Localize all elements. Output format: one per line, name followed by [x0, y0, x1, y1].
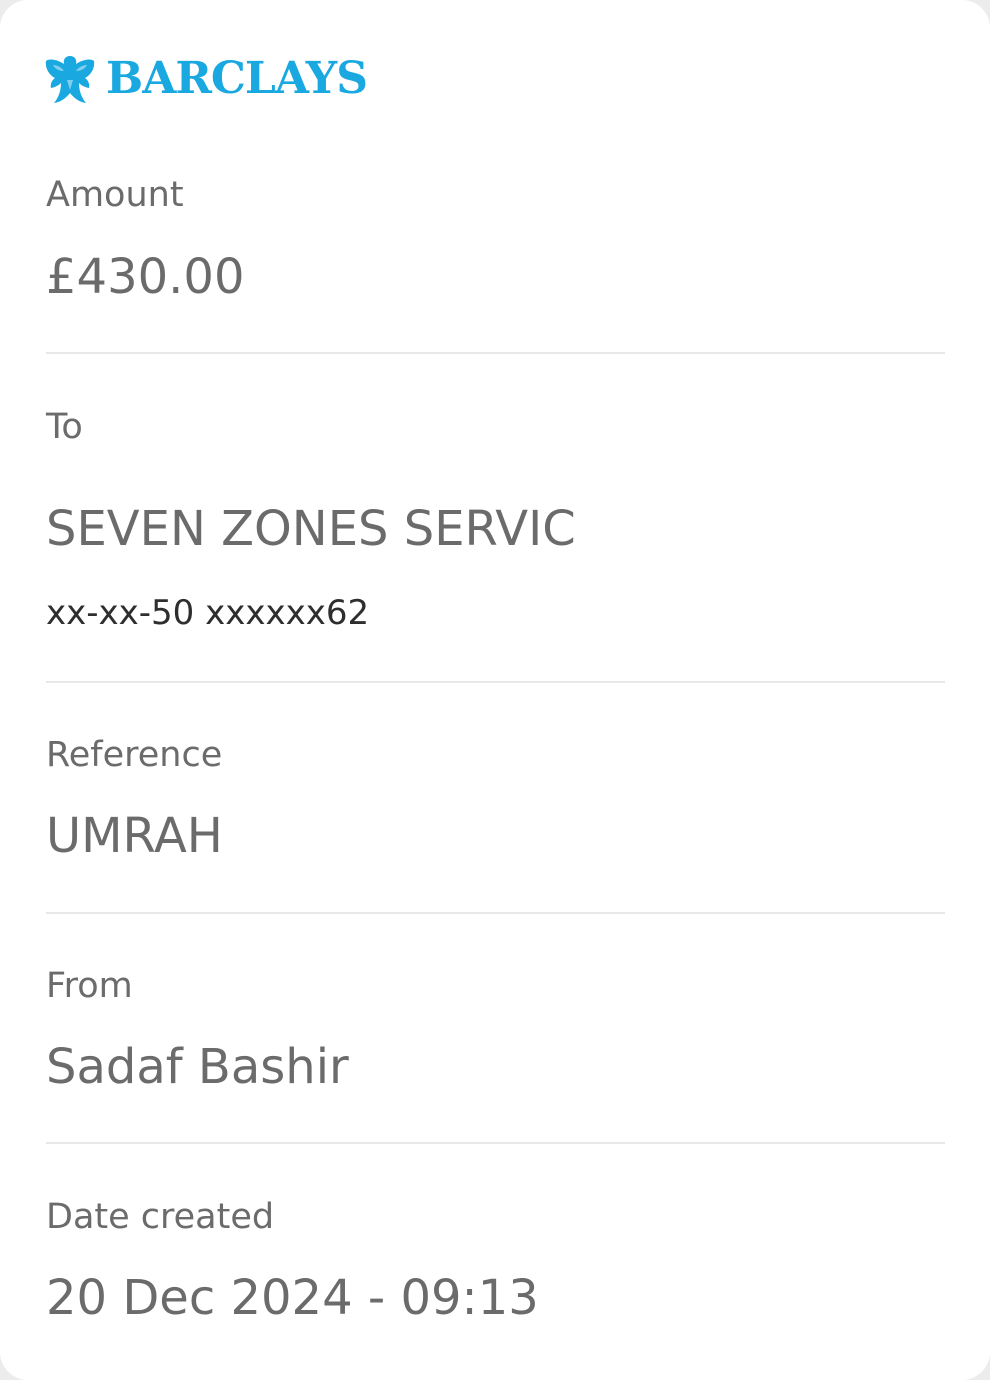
reference-label: Reference: [46, 735, 223, 775]
amount-label: Amount: [46, 175, 184, 215]
from-value: Sadaf Bashir: [46, 1039, 349, 1095]
payment-details-card: BARCLAYS Amount £430.00 To SEVEN ZONES S…: [0, 0, 990, 1380]
divider: [46, 681, 945, 683]
payee-account-number: xx-xx-50 xxxxxx62: [46, 593, 370, 633]
to-label: To: [46, 407, 83, 447]
brand-name: BARCLAYS: [106, 53, 368, 104]
divider: [46, 1142, 945, 1144]
from-label: From: [46, 966, 133, 1006]
reference-value: UMRAH: [46, 808, 223, 864]
eagle-logo-icon: [45, 56, 95, 103]
amount-value: £430.00: [46, 249, 245, 305]
divider: [46, 352, 945, 354]
payee-name: SEVEN ZONES SERVIC: [46, 501, 576, 557]
date-created-value: 20 Dec 2024 - 09:13: [46, 1270, 539, 1326]
barclays-brand: BARCLAYS: [44, 50, 368, 108]
date-created-label: Date created: [46, 1197, 275, 1237]
divider: [46, 912, 945, 914]
